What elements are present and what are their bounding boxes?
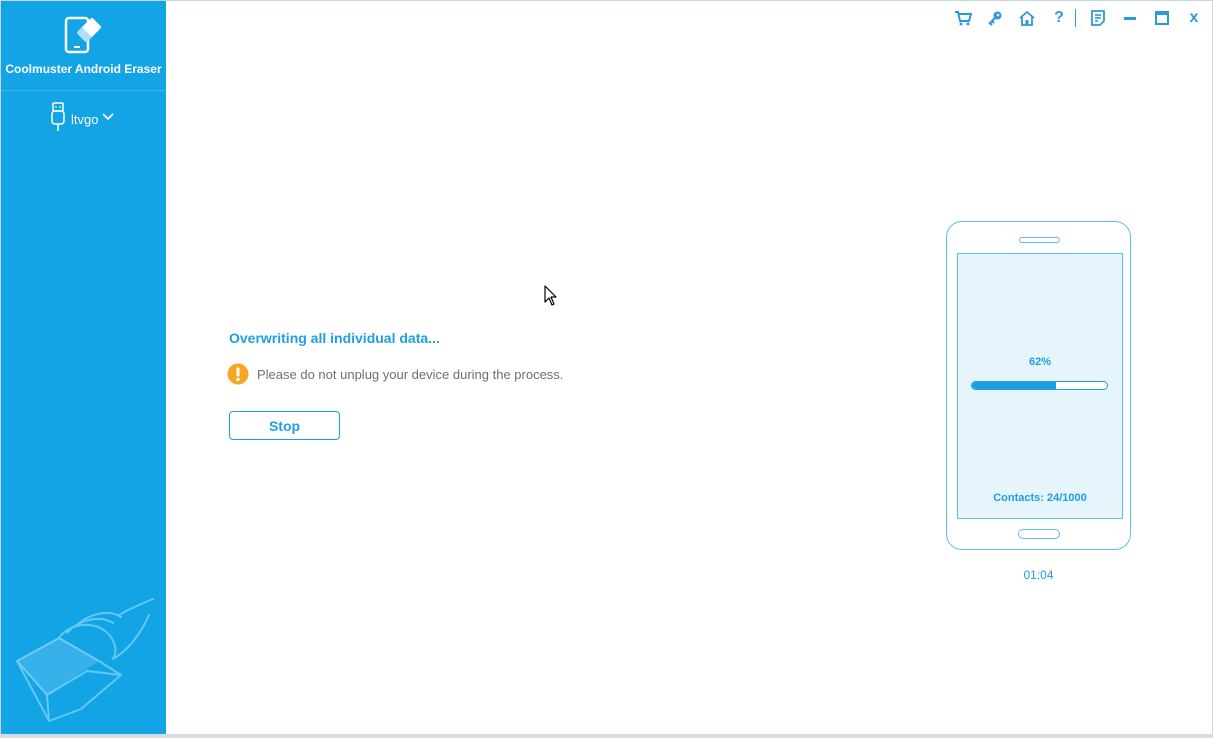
stop-button[interactable]: Stop: [229, 411, 340, 440]
window-bottom-edge: [0, 734, 1213, 738]
close-icon: x: [1189, 9, 1199, 26]
feedback-icon: [1091, 10, 1105, 26]
progress-percent: 62%: [1028, 356, 1052, 368]
phone-illustration: 62% Contacts: 24/1000: [946, 221, 1131, 550]
phone-speaker: [1019, 237, 1060, 243]
mouse-cursor-icon: [544, 285, 557, 306]
title-bar-divider: [1075, 9, 1076, 27]
help-icon: ?: [1054, 9, 1064, 26]
cart-icon: [955, 11, 972, 26]
contacts-progress: Contacts: 24/1000: [993, 492, 1087, 504]
home-button[interactable]: [1017, 8, 1037, 28]
device-name: ltvgo: [71, 111, 99, 127]
chevron-down-icon[interactable]: [102, 112, 115, 122]
sidebar: Coolmuster Android Eraser ltvgo: [1, 1, 166, 737]
progress-bar: [971, 381, 1108, 390]
progress-bar-fill: [972, 382, 1056, 389]
phone-screen: 62% Contacts: 24/1000: [957, 253, 1123, 519]
brand-header: Coolmuster Android Eraser: [1, 1, 166, 91]
usb-icon: [51, 102, 65, 131]
help-button[interactable]: ?: [1049, 8, 1069, 28]
maximize-icon: [1155, 11, 1169, 25]
phone-home-button: [1018, 529, 1060, 539]
device-selector[interactable]: ltvgo: [51, 101, 115, 133]
elapsed-time: 01:04: [1023, 568, 1054, 582]
feedback-button[interactable]: [1088, 8, 1108, 28]
warning-icon: [227, 363, 249, 385]
eraser-phone-logo-icon: [64, 16, 101, 54]
minimize-button[interactable]: [1120, 8, 1140, 28]
erasing-hand-illustration-icon: [16, 598, 154, 722]
app-window: Coolmuster Android Eraser ltvgo ? x Over…: [0, 0, 1213, 738]
title-bar-controls: ? x: [941, 8, 1204, 28]
key-icon: [988, 11, 1002, 26]
register-button[interactable]: [985, 8, 1005, 28]
home-icon: [1019, 10, 1035, 26]
status-title: Overwriting all individual data...: [229, 330, 440, 346]
maximize-button[interactable]: [1152, 8, 1172, 28]
minimize-icon: [1124, 17, 1136, 20]
warning-text: Please do not unplug your device during …: [257, 366, 564, 382]
app-title: Coolmuster Android Eraser: [5, 62, 162, 76]
warning-message: Please do not unplug your device during …: [227, 363, 563, 385]
close-button[interactable]: x: [1184, 8, 1204, 28]
cart-button[interactable]: [953, 8, 973, 28]
